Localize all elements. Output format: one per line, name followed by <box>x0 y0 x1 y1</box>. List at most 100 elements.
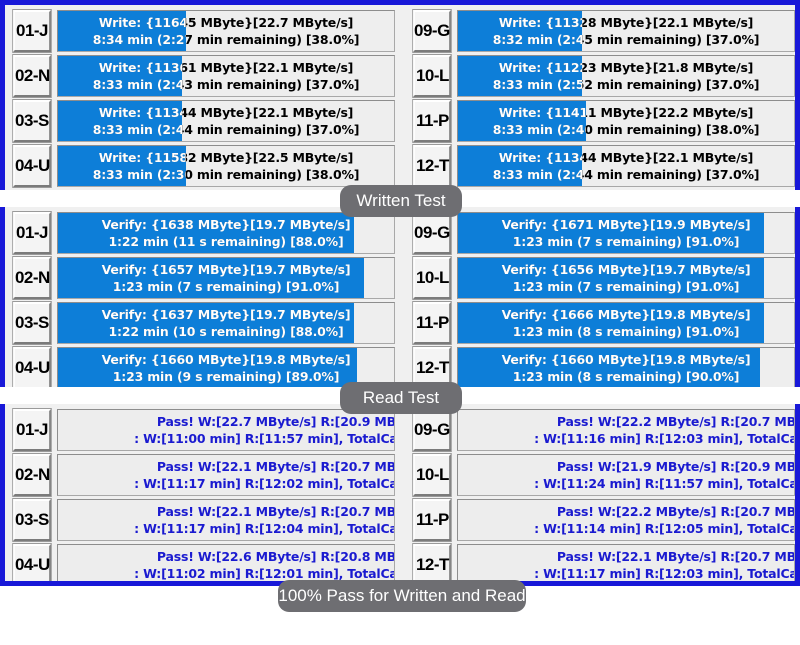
write-progress-bar-04-u: Write: {11582 MByte}[22.5 MByte/s] 8:33 m… <box>57 145 395 187</box>
device-label-01-j: 01-J <box>12 9 52 53</box>
result-line-1: Pass! W:[22.1 MByte/s] R:[20.7 MByte/s] <box>156 504 395 519</box>
verify-status-line-1-overlay: Verify: {1657 MByte}[19.7 MByte/s] <box>101 262 351 277</box>
table-row: 03-S Pass! W:[22.1 MByte/s] R:[20.7 MByte… <box>10 498 395 542</box>
verify-status-line-2-overlay: 1:23 min (7 s remaining) [91.0%] <box>512 279 740 294</box>
write-progress-bar-09-g: Write: {11328 MByte}[22.1 MByte/s] 8:32 m… <box>457 10 795 52</box>
table-row: 02-N Pass! W:[22.1 MByte/s] R:[20.7 MByte… <box>10 453 395 497</box>
progress-bar-text-highlight: Verify: {1637 MByte}[19.7 MByte/s] 1:22 m… <box>58 303 354 343</box>
write-progress-bar-12-t: Write: {11344 MByte}[22.1 MByte/s] 8:33 m… <box>457 145 795 187</box>
device-label-text: 09-G <box>414 420 450 439</box>
table-row: 10-L Pass! W:[21.9 MByte/s] R:[20.9 MByte… <box>410 453 795 497</box>
table-row: 03-S Verify: {1637 MByte}[19.7 MByte/s] 1:… <box>10 301 395 345</box>
result-line-2: : W:[11:17 min] R:[12:04 min], TotalCap:… <box>134 521 394 536</box>
result-rows-container: 01-J Pass! W:[22.7 MByte/s] R:[20.9 MByte… <box>5 404 795 581</box>
result-text: Pass! W:[22.1 MByte/s] R:[20.7 MByte/s]:… <box>458 545 795 581</box>
table-row: 03-S Write: {11344 MByte}[22.1 MByte/s] 8:… <box>10 99 395 143</box>
result-line-2: : W:[11:00 min] R:[11:57 min], TotalCap:… <box>134 431 394 446</box>
write-progress-bar-02-n: Write: {11361 MByte}[22.1 MByte/s] 8:33 m… <box>57 55 395 97</box>
verify-status-line-1-overlay: Verify: {1638 MByte}[19.7 MByte/s] <box>101 217 351 232</box>
device-label-10-l: 10-L <box>412 256 452 300</box>
result-line-1: Pass! W:[21.9 MByte/s] R:[20.9 MByte/s] <box>556 459 795 474</box>
device-label-text: 12-T <box>415 555 449 574</box>
device-label-03-s: 03-S <box>12 99 52 143</box>
result-box-10-l: Pass! W:[21.9 MByte/s] R:[20.9 MByte/s]:… <box>457 454 795 496</box>
device-label-text: 01-J <box>16 420 48 439</box>
table-row: 09-G Pass! W:[22.2 MByte/s] R:[20.7 MByte… <box>410 408 795 452</box>
verify-status-line-1-overlay: Verify: {1671 MByte}[19.9 MByte/s] <box>501 217 751 232</box>
write-test-panel: 01-J Write: {11645 MByte}[22.7 MByte/s] 8:… <box>0 0 800 190</box>
verify-status-line-2-overlay: 1:23 min (7 s remaining) [91.0%] <box>512 234 740 249</box>
result-box-02-n: Pass! W:[22.1 MByte/s] R:[20.7 MByte/s]:… <box>57 454 395 496</box>
verify-status-line-2-overlay: 1:23 min (8 s remaining) [90.0%] <box>512 369 740 384</box>
device-label-text: 09-G <box>414 21 450 40</box>
write-progress-bar-01-j: Write: {11645 MByte}[22.7 MByte/s] 8:34 m… <box>57 10 395 52</box>
device-label-text: 02-N <box>14 66 50 85</box>
result-line-1: Pass! W:[22.2 MByte/s] R:[20.7 MByte/s] <box>556 504 795 519</box>
verify-status-line-1-overlay: Verify: {1656 MByte}[19.7 MByte/s] <box>501 262 751 277</box>
write-progress-bar-11-p: Write: {11411 MByte}[22.2 MByte/s] 8:33 m… <box>457 100 795 142</box>
result-line-2: : W:[11:16 min] R:[12:03 min], TotalCap:… <box>534 431 794 446</box>
result-box-03-s: Pass! W:[22.1 MByte/s] R:[20.7 MByte/s]:… <box>57 499 395 541</box>
duplicator-status-screen: 01-J Write: {11645 MByte}[22.7 MByte/s] 8:… <box>0 0 800 645</box>
table-row: 12-T Write: {11344 MByte}[22.1 MByte/s] 8:… <box>410 144 795 188</box>
verify-status-line-1-overlay: Verify: {1660 MByte}[19.8 MByte/s] <box>501 352 751 367</box>
result-line-1: Pass! W:[22.7 MByte/s] R:[20.9 MByte/s] <box>156 414 395 429</box>
written-test-banner: Written Test <box>340 185 462 217</box>
verify-progress-bar-03-s: Verify: {1637 MByte}[19.7 MByte/s] 1:22 m… <box>57 302 395 344</box>
progress-bar-text-highlight: Verify: {1656 MByte}[19.7 MByte/s] 1:23 m… <box>458 258 764 298</box>
result-box-11-p: Pass! W:[22.2 MByte/s] R:[20.7 MByte/s]:… <box>457 499 795 541</box>
progress-bar-text-highlight: Verify: {1671 MByte}[19.9 MByte/s] 1:23 m… <box>458 213 764 253</box>
result-line-2: : W:[11:17 min] R:[12:03 min], TotalCap:… <box>534 566 794 581</box>
device-label-text: 03-S <box>15 510 49 529</box>
device-label-text: 02-N <box>14 268 50 287</box>
verify-status-line-2-overlay: 1:22 min (11 s remaining) [88.0%] <box>108 234 344 249</box>
table-row: 04-U Verify: {1660 MByte}[19.8 MByte/s] 1:… <box>10 346 395 387</box>
device-label-text: 03-S <box>15 313 49 332</box>
device-label-03-s: 03-S <box>12 498 52 542</box>
verify-progress-bar-11-p: Verify: {1666 MByte}[19.8 MByte/s] 1:23 m… <box>457 302 795 344</box>
result-line-1: Pass! W:[22.2 MByte/s] R:[20.7 MByte/s] <box>556 414 795 429</box>
result-line-1: Pass! W:[22.1 MByte/s] R:[20.7 MByte/s] <box>156 459 395 474</box>
verify-progress-bar-10-l: Verify: {1656 MByte}[19.7 MByte/s] 1:23 m… <box>457 257 795 299</box>
device-label-text: 11-P <box>415 510 449 529</box>
device-label-02-n: 02-N <box>12 256 52 300</box>
device-label-text: 10-L <box>415 66 449 85</box>
device-label-text: 03-S <box>15 111 49 130</box>
table-row: 10-L Verify: {1656 MByte}[19.7 MByte/s] 1:… <box>410 256 795 300</box>
verify-progress-bar-09-g: Verify: {1671 MByte}[19.9 MByte/s] 1:23 m… <box>457 212 795 254</box>
table-row: 02-N Verify: {1657 MByte}[19.7 MByte/s] 1:… <box>10 256 395 300</box>
result-text: Pass! W:[21.9 MByte/s] R:[20.9 MByte/s]:… <box>458 455 795 495</box>
device-label-03-s: 03-S <box>12 301 52 345</box>
device-label-text: 12-T <box>415 358 449 377</box>
device-label-text: 04-U <box>14 555 50 574</box>
result-line-2: : W:[11:17 min] R:[12:02 min], TotalCap:… <box>134 476 394 491</box>
table-row: 11-P Pass! W:[22.2 MByte/s] R:[20.7 MByte… <box>410 498 795 542</box>
device-label-text: 12-T <box>415 156 449 175</box>
table-row: 01-J Pass! W:[22.7 MByte/s] R:[20.9 MByte… <box>10 408 395 452</box>
verify-status-line-1-overlay: Verify: {1660 MByte}[19.8 MByte/s] <box>101 352 351 367</box>
progress-bar-text-highlight: Verify: {1660 MByte}[19.8 MByte/s] 1:23 m… <box>458 348 760 387</box>
result-line-1: Pass! W:[22.1 MByte/s] R:[20.7 MByte/s] <box>556 549 795 564</box>
read-test-panel: 01-J Verify: {1638 MByte}[19.7 MByte/s] 1:… <box>0 207 800 387</box>
table-row: 12-T Verify: {1660 MByte}[19.8 MByte/s] 1:… <box>410 346 795 387</box>
device-label-text: 04-U <box>14 156 50 175</box>
device-label-text: 01-J <box>16 21 48 40</box>
device-label-text: 10-L <box>415 268 449 287</box>
result-box-01-j: Pass! W:[22.7 MByte/s] R:[20.9 MByte/s]:… <box>57 409 395 451</box>
result-line-2: : W:[11:14 min] R:[12:05 min], TotalCap:… <box>534 521 794 536</box>
verify-status-line-2-overlay: 1:22 min (10 s remaining) [88.0%] <box>108 324 344 339</box>
progress-bar-text-highlight: Verify: {1657 MByte}[19.7 MByte/s] 1:23 m… <box>58 258 364 298</box>
device-label-text: 10-L <box>415 465 449 484</box>
write-progress-bar-03-s: Write: {11344 MByte}[22.1 MByte/s] 8:33 m… <box>57 100 395 142</box>
table-row: 10-L Write: {11223 MByte}[21.8 MByte/s] 8:… <box>410 54 795 98</box>
device-label-09-g: 09-G <box>412 408 452 452</box>
device-label-12-t: 12-T <box>412 144 452 188</box>
table-row: 04-U Write: {11582 MByte}[22.5 MByte/s] 8:… <box>10 144 395 188</box>
device-label-04-u: 04-U <box>12 346 52 387</box>
device-label-11-p: 11-P <box>412 301 452 345</box>
table-row: 09-G Write: {11328 MByte}[22.1 MByte/s] 8:… <box>410 9 795 53</box>
device-label-11-p: 11-P <box>412 498 452 542</box>
read-test-banner: Read Test <box>340 382 462 414</box>
progress-bar-text-highlight: Verify: {1666 MByte}[19.8 MByte/s] 1:23 m… <box>458 303 764 343</box>
progress-bar-text-highlight: Verify: {1660 MByte}[19.8 MByte/s] 1:23 m… <box>58 348 357 387</box>
